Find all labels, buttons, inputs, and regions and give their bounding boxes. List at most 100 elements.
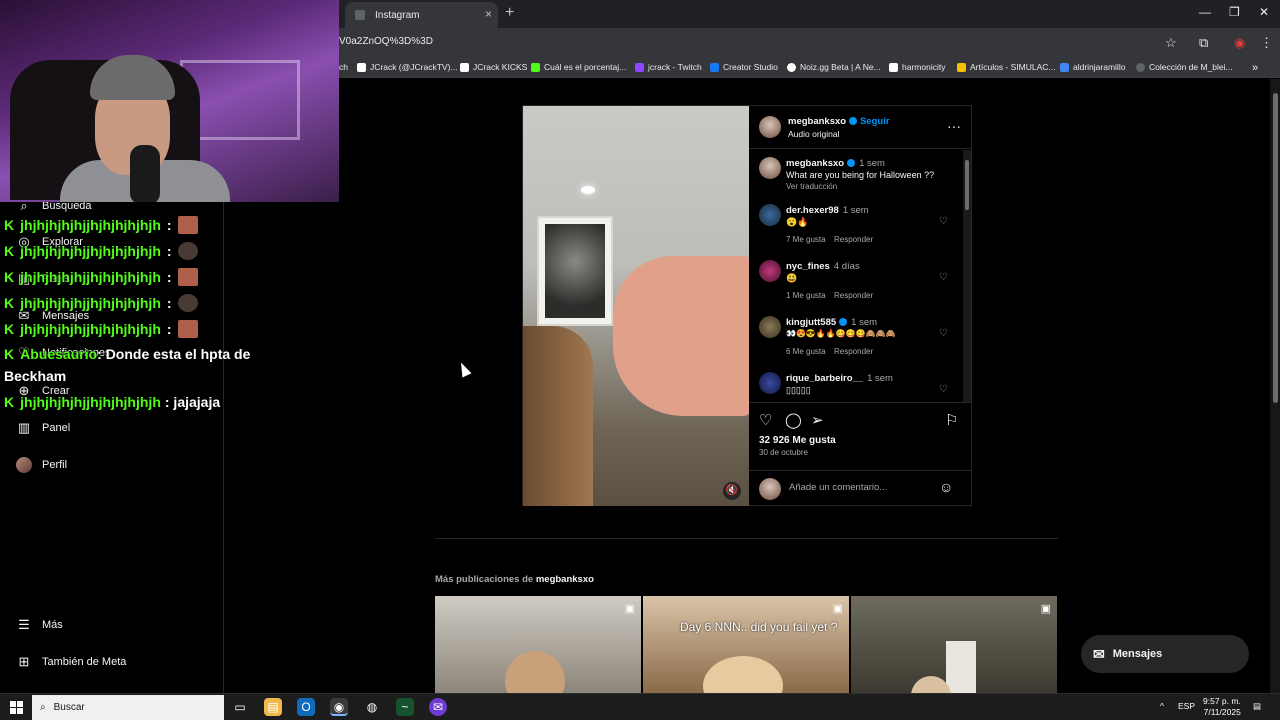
more-options-icon[interactable]: ··· bbox=[947, 118, 961, 134]
chat-line: Kjhjhjhjhjhjjhjhjhjhjhjh: bbox=[4, 242, 198, 260]
like-comment-heart-icon[interactable]: ♡ bbox=[939, 384, 948, 395]
url-field[interactable]: V0a2ZnOQ%3D%3D bbox=[339, 36, 433, 47]
bookmark-partial[interactable]: ch bbox=[339, 62, 348, 72]
bookmark-star-icon[interactable]: ☆ bbox=[1165, 35, 1177, 51]
comments-scrollbar[interactable] bbox=[963, 150, 971, 402]
comment-text: 😮🔥 bbox=[786, 217, 809, 227]
chrome-icon[interactable]: ◉ bbox=[330, 698, 348, 716]
commenter-username[interactable]: rique_barbeiro__ 1 sem bbox=[786, 373, 893, 384]
like-comment-heart-icon[interactable]: ♡ bbox=[939, 216, 948, 227]
minimize-icon[interactable]: — bbox=[1199, 5, 1211, 19]
chat-line: Kjhjhjhjhjhjjhjhjhjhjhjh: jajajaja bbox=[4, 394, 221, 410]
comment-input[interactable]: Añade un comentario... bbox=[789, 482, 887, 493]
comment-bubble-icon[interactable]: ◯ bbox=[785, 411, 802, 429]
docs-icon bbox=[1060, 62, 1069, 72]
commenter-avatar[interactable] bbox=[759, 372, 781, 394]
audio-label[interactable]: Audio original bbox=[788, 129, 840, 139]
facebook-icon bbox=[710, 62, 719, 72]
bookmark-item[interactable]: harmonicity bbox=[889, 62, 945, 72]
nav-item-more[interactable]: ☰ Más bbox=[16, 617, 63, 633]
bookmark-item[interactable]: Noiz.gg Beta | A Ne... bbox=[787, 62, 881, 72]
save-bookmark-icon[interactable]: ⚐ bbox=[945, 411, 958, 429]
caption-username[interactable]: megbanksxo 1 sem bbox=[786, 158, 885, 169]
task-view-icon[interactable]: ▭ bbox=[231, 698, 249, 716]
comments-scroll-thumb[interactable] bbox=[965, 160, 969, 210]
like-comment-heart-icon[interactable]: ♡ bbox=[939, 328, 948, 339]
windows-start-icon[interactable] bbox=[10, 701, 23, 714]
commenter-avatar[interactable] bbox=[759, 316, 781, 338]
likes-count[interactable]: 32 926 Me gusta bbox=[759, 435, 836, 446]
obs-icon[interactable]: ◍ bbox=[363, 698, 381, 716]
share-send-icon[interactable]: ➢ bbox=[811, 411, 824, 429]
bookmark-item[interactable]: Creator Studio bbox=[710, 62, 778, 72]
new-tab-button[interactable]: + bbox=[505, 4, 514, 22]
taskbar-search[interactable]: ⌕ Buscar bbox=[32, 695, 224, 720]
restore-icon[interactable]: ❐ bbox=[1229, 5, 1240, 19]
nav-item-profile[interactable]: Perfil bbox=[16, 457, 67, 473]
bookmark-item[interactable]: aldrinjaramillo bbox=[1060, 62, 1125, 72]
follow-button[interactable]: • Seguir bbox=[854, 116, 890, 127]
nav-item-meta[interactable]: ⊞ También de Meta bbox=[16, 654, 127, 670]
bookmark-item[interactable]: Colección de M_blei... bbox=[1136, 62, 1233, 72]
author-username[interactable]: megbanksxo bbox=[788, 116, 858, 127]
chat-line: Kjhjhjhjhjhjjhjhjhjhjhjh: bbox=[4, 294, 198, 312]
bookmark-item[interactable]: Cuál es el porcentaj... bbox=[531, 62, 626, 72]
post-thumbnail[interactable]: ▣ bbox=[435, 596, 641, 693]
messenger-app-icon[interactable]: ✉ bbox=[429, 698, 447, 716]
bookmark-item[interactable]: jcrack - Twitch bbox=[635, 62, 702, 72]
commenter-avatar[interactable] bbox=[759, 260, 781, 282]
emoji-icon[interactable]: ☺ bbox=[939, 479, 953, 495]
scrollbar-thumb[interactable] bbox=[1273, 93, 1278, 403]
bookmark-item[interactable]: Artículos - SIMULAC... bbox=[957, 62, 1056, 72]
comment-likes[interactable]: 7 Me gusta bbox=[786, 235, 826, 244]
commenter-username[interactable]: der.hexer98 1 sem bbox=[786, 205, 869, 216]
avatar bbox=[16, 457, 32, 473]
chat-line: Kjhjhjhjhjhjjhjhjhjhjhjh: bbox=[4, 268, 198, 286]
caption-avatar[interactable] bbox=[759, 157, 781, 179]
extensions-icon[interactable]: ⧉ bbox=[1199, 35, 1208, 51]
reel-video[interactable]: 🔇 bbox=[523, 106, 749, 506]
thumb-face bbox=[703, 656, 783, 693]
terminal-icon[interactable]: ~ bbox=[396, 698, 414, 716]
commenter-avatar[interactable] bbox=[759, 204, 781, 226]
commenter-username[interactable]: nyc_fines 4 días bbox=[786, 261, 860, 272]
comment-likes[interactable]: 6 Me gusta bbox=[786, 347, 826, 356]
screen: Instagram × + — ❐ ✕ V0a2ZnOQ%3D%3D ☆ ⧉ ◉… bbox=[0, 0, 1280, 720]
input-language[interactable]: ESP bbox=[1178, 701, 1195, 711]
file-explorer-icon[interactable]: ▤ bbox=[264, 698, 282, 716]
emote-icon bbox=[177, 320, 198, 338]
messages-floating-button[interactable]: ✉ Mensajes bbox=[1081, 635, 1249, 673]
like-heart-icon[interactable]: ♡ bbox=[759, 411, 772, 429]
translate-link[interactable]: Ver traducción bbox=[786, 182, 837, 191]
chat-line: Kjhjhjhjhjhjjhjhjhjhjhjh: bbox=[4, 216, 198, 234]
reply-button[interactable]: Responder bbox=[834, 347, 873, 356]
notification-icon[interactable]: ▤ bbox=[1253, 701, 1261, 712]
mute-icon[interactable]: 🔇 bbox=[723, 482, 741, 500]
reel-icon: ▣ bbox=[832, 603, 843, 615]
post-thumbnail[interactable]: Day 6 NNN.. did you fail yet ? ▣ bbox=[643, 596, 849, 693]
bookmark-item[interactable]: JCrack KICKS bbox=[460, 62, 527, 72]
outlook-icon[interactable]: O bbox=[297, 698, 315, 716]
section-divider bbox=[435, 538, 1058, 539]
reply-button[interactable]: Responder bbox=[834, 291, 873, 300]
menu-kebab-icon[interactable]: ⋮ bbox=[1260, 35, 1273, 51]
profile-icon[interactable]: ◉ bbox=[1234, 35, 1245, 51]
like-comment-heart-icon[interactable]: ♡ bbox=[939, 272, 948, 283]
comment-likes[interactable]: 1 Me gusta bbox=[786, 291, 826, 300]
taskbar-clock[interactable]: 9:57 p. m. 7/11/2025 bbox=[1203, 696, 1241, 718]
commenter-username[interactable]: kingjutt585 1 sem bbox=[786, 317, 877, 328]
nav-item-panel[interactable]: ▥ Panel bbox=[16, 420, 70, 436]
tab-close-icon[interactable]: × bbox=[485, 7, 492, 21]
ceiling-light bbox=[581, 186, 595, 194]
tray-chevron-icon[interactable]: ^ bbox=[1160, 701, 1164, 711]
tab-instagram[interactable]: Instagram × bbox=[345, 2, 498, 28]
reply-button[interactable]: Responder bbox=[834, 235, 873, 244]
more-posts-username[interactable]: megbanksxo bbox=[536, 574, 594, 585]
author-avatar[interactable] bbox=[759, 116, 781, 138]
close-window-icon[interactable]: ✕ bbox=[1259, 5, 1269, 19]
kick-badge-icon: K bbox=[4, 346, 15, 362]
page-scrollbar[interactable] bbox=[1270, 79, 1280, 693]
bookmark-item[interactable]: JCrack (@JCrackTV)... bbox=[357, 62, 458, 72]
post-thumbnail[interactable]: ▣ bbox=[851, 596, 1057, 693]
bookmarks-overflow-icon[interactable]: » bbox=[1252, 62, 1258, 74]
